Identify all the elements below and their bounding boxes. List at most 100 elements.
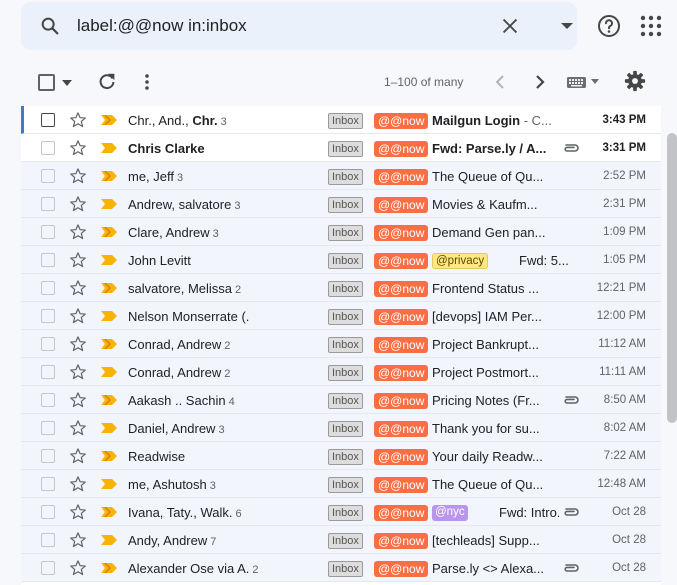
label-now[interactable]: @@now	[374, 393, 429, 409]
email-row[interactable]: Conrad, Andrew 2 Inbox @@now Project Postmor…	[21, 358, 661, 386]
star-icon[interactable]	[69, 363, 87, 381]
important-marker-icon[interactable]	[101, 479, 117, 489]
row-checkbox[interactable]	[41, 477, 55, 491]
important-marker-icon[interactable]	[101, 255, 117, 265]
label-inbox[interactable]: Inbox	[328, 449, 363, 465]
star-icon[interactable]	[69, 307, 87, 325]
caret-down-icon[interactable]	[561, 21, 573, 31]
star-icon[interactable]	[69, 391, 87, 409]
important-marker-icon[interactable]	[101, 451, 117, 461]
label-inbox[interactable]: Inbox	[328, 225, 363, 241]
row-checkbox[interactable]	[41, 393, 55, 407]
important-marker-icon[interactable]	[101, 143, 117, 153]
important-marker-icon[interactable]	[101, 507, 117, 517]
star-icon[interactable]	[69, 531, 87, 549]
label-privacy[interactable]: @privacy	[432, 253, 489, 269]
row-checkbox[interactable]	[41, 225, 55, 239]
row-checkbox[interactable]	[41, 561, 55, 575]
label-inbox[interactable]: Inbox	[328, 505, 363, 521]
important-marker-icon[interactable]	[101, 423, 117, 433]
label-now[interactable]: @@now	[374, 365, 429, 381]
email-row[interactable]: Andrew, salvatore 3 Inbox @@now Movies & Kau…	[21, 190, 661, 218]
email-row[interactable]: Conrad, Andrew 2 Inbox @@now Project Bankrup…	[21, 330, 661, 358]
label-inbox[interactable]: Inbox	[328, 561, 363, 577]
label-inbox[interactable]: Inbox	[328, 253, 363, 269]
apps-grid-icon[interactable]	[640, 15, 662, 37]
star-icon[interactable]	[69, 503, 87, 521]
close-icon[interactable]	[499, 15, 521, 37]
label-now[interactable]: @@now	[374, 281, 429, 297]
important-marker-icon[interactable]	[101, 367, 117, 377]
row-checkbox[interactable]	[41, 169, 55, 183]
star-icon[interactable]	[69, 559, 87, 577]
label-now[interactable]: @@now	[374, 533, 429, 549]
email-row[interactable]: Alexander Ose via A. 2 Inbox @@now Parse.ly …	[21, 554, 661, 582]
help-icon[interactable]	[597, 14, 621, 38]
label-now[interactable]: @@now	[374, 337, 429, 353]
search-icon[interactable]	[39, 15, 61, 37]
select-caret-icon[interactable]	[62, 79, 72, 87]
chevron-right-icon[interactable]	[530, 71, 550, 93]
label-inbox[interactable]: Inbox	[328, 169, 363, 185]
label-now[interactable]: @@now	[374, 477, 429, 493]
row-checkbox[interactable]	[41, 421, 55, 435]
star-icon[interactable]	[69, 251, 87, 269]
email-row[interactable]: Clare, Andrew 3 Inbox @@now Demand Gen pan..…	[21, 218, 661, 246]
email-row[interactable]: Readwise Inbox @@now Your daily Readw... 7:2…	[21, 442, 661, 470]
row-checkbox[interactable]	[41, 253, 55, 267]
star-icon[interactable]	[69, 447, 87, 465]
label-inbox[interactable]: Inbox	[328, 281, 363, 297]
email-row[interactable]: me, Jeff 3 Inbox @@now The Queue of Qu... 2:5…	[21, 162, 661, 190]
row-checkbox[interactable]	[41, 337, 55, 351]
row-checkbox[interactable]	[41, 505, 55, 519]
important-marker-icon[interactable]	[101, 171, 117, 181]
email-row[interactable]: Chr., And., Chr. 3 Inbox @@now Mailgun Login…	[21, 106, 661, 134]
label-inbox[interactable]: Inbox	[328, 533, 363, 549]
label-inbox[interactable]: Inbox	[328, 477, 363, 493]
star-icon[interactable]	[69, 419, 87, 437]
label-now[interactable]: @@now	[374, 253, 429, 269]
row-checkbox[interactable]	[41, 197, 55, 211]
keyboard-icon[interactable]	[566, 74, 602, 90]
label-inbox[interactable]: Inbox	[328, 421, 363, 437]
star-icon[interactable]	[69, 475, 87, 493]
row-checkbox[interactable]	[41, 309, 55, 323]
settings-gear-icon[interactable]	[624, 70, 646, 92]
important-marker-icon[interactable]	[101, 339, 117, 349]
email-row[interactable]: Chris Clarke Inbox @@now Fwd: Parse.ly / A.…	[21, 134, 661, 162]
row-checkbox[interactable]	[41, 533, 55, 547]
label-now[interactable]: @@now	[374, 505, 429, 521]
email-row[interactable]: Ivana, Taty., Walk. 6 Inbox @@now @nyc Fwd: I…	[21, 498, 661, 526]
label-inbox[interactable]: Inbox	[328, 197, 363, 213]
search-input[interactable]	[77, 12, 477, 40]
important-marker-icon[interactable]	[101, 199, 117, 209]
row-checkbox[interactable]	[41, 141, 55, 155]
star-icon[interactable]	[69, 111, 87, 129]
label-inbox[interactable]: Inbox	[328, 113, 363, 129]
email-row[interactable]: Nelson Monserrate (. Inbox @@now [devops] I…	[21, 302, 661, 330]
row-checkbox[interactable]	[41, 365, 55, 379]
important-marker-icon[interactable]	[101, 563, 117, 573]
important-marker-icon[interactable]	[101, 311, 117, 321]
important-marker-icon[interactable]	[101, 227, 117, 237]
star-icon[interactable]	[69, 167, 87, 185]
label-now[interactable]: @@now	[374, 561, 429, 577]
label-now[interactable]: @@now	[374, 309, 429, 325]
scrollbar[interactable]	[664, 108, 677, 585]
email-row[interactable]: Daniel, Andrew 3 Inbox @@now Thank you for s…	[21, 414, 661, 442]
label-now[interactable]: @@now	[374, 113, 429, 129]
label-now[interactable]: @@now	[374, 225, 429, 241]
email-row[interactable]: salvatore, Melissa 2 Inbox @@now Frontend St…	[21, 274, 661, 302]
select-all-checkbox[interactable]	[38, 74, 55, 91]
important-marker-icon[interactable]	[101, 115, 117, 125]
row-checkbox[interactable]	[41, 113, 55, 127]
scrollbar-thumb[interactable]	[667, 133, 677, 423]
label-now[interactable]: @@now	[374, 169, 429, 185]
label-inbox[interactable]: Inbox	[328, 309, 363, 325]
chevron-left-icon[interactable]	[490, 71, 510, 93]
row-checkbox[interactable]	[41, 449, 55, 463]
label-inbox[interactable]: Inbox	[328, 337, 363, 353]
label-inbox[interactable]: Inbox	[328, 365, 363, 381]
email-row[interactable]: John Levitt Inbox @@now @privacy Fwd: 5... 1:…	[21, 246, 661, 274]
label-now[interactable]: @@now	[374, 421, 429, 437]
